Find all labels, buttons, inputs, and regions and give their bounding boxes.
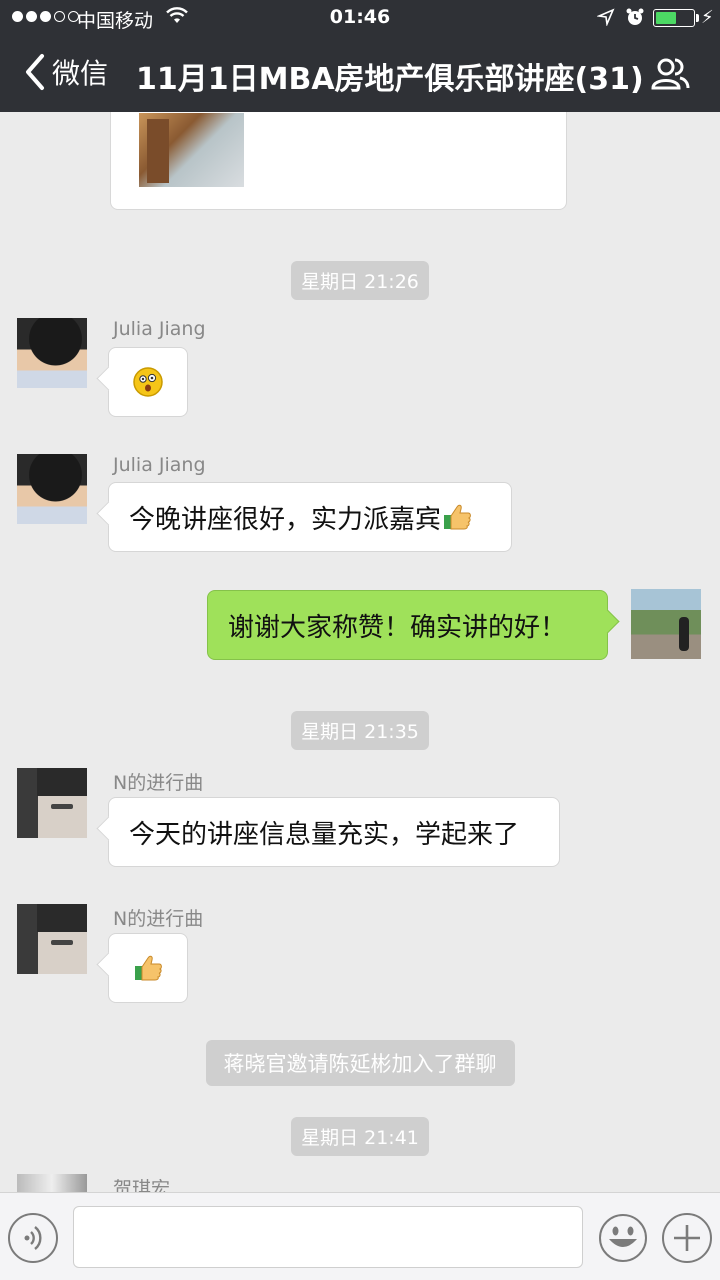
plus-button[interactable]	[662, 1213, 712, 1263]
chat-history[interactable]: 星期日 21:26 Julia Jiang Julia Jiang 今晚讲座很好…	[0, 112, 720, 1192]
avatar[interactable]	[17, 904, 87, 974]
message-bubble[interactable]	[108, 933, 188, 1003]
input-bar	[0, 1192, 720, 1280]
thumbs-up-emoji	[135, 955, 162, 981]
system-message: 蒋晓官邀请陈延彬加入了群聊	[0, 1040, 720, 1086]
chat-title: 11月1日MBA房地产俱乐部讲座(31)	[136, 62, 644, 97]
emoji-icon[interactable]	[598, 1213, 648, 1263]
shocked-face-emoji	[133, 367, 163, 397]
avatar[interactable]	[17, 1174, 87, 1192]
message-text: 今天的讲座信息量充实，学起来了	[129, 819, 520, 850]
message-bubble[interactable]: 今天的讲座信息量充实，学起来了	[108, 797, 560, 867]
sender-name: N的进行曲	[113, 908, 204, 930]
back-button[interactable]: 微信	[20, 52, 108, 92]
charging-bolt-icon: ⚡	[701, 7, 714, 28]
battery-icon	[653, 9, 695, 27]
message-input[interactable]	[73, 1206, 583, 1268]
timestamp: 星期日 21:26	[0, 261, 720, 300]
outgoing-message-bubble[interactable]: 谢谢大家称赞！确实讲的好！	[207, 590, 608, 660]
timestamp: 星期日 21:41	[0, 1117, 720, 1156]
thumbs-up-emoji	[444, 504, 471, 530]
shared-link-card[interactable]	[110, 112, 567, 210]
message-bubble[interactable]: 今晚讲座很好，实力派嘉宾	[108, 482, 512, 552]
message-bubble[interactable]	[108, 347, 188, 417]
alarm-clock-icon	[626, 8, 644, 25]
status-bar: 中国移动 01:46 ⚡	[0, 0, 720, 36]
group-members-icon[interactable]	[650, 54, 690, 94]
plus-icon	[674, 1225, 700, 1251]
message-text: 今晚讲座很好，实力派嘉宾	[129, 504, 442, 535]
sender-name: Julia Jiang	[113, 318, 206, 340]
my-avatar[interactable]	[631, 589, 701, 659]
back-label: 微信	[52, 57, 109, 90]
avatar[interactable]	[17, 454, 87, 524]
chevron-left-icon	[26, 54, 44, 90]
message-text: 谢谢大家称赞！确实讲的好！	[228, 612, 567, 643]
avatar[interactable]	[17, 768, 87, 838]
sender-name: Julia Jiang	[113, 454, 206, 476]
top-bar: 中国移动 01:46 ⚡ 微信 11月1日MBA房地产俱乐部讲座(31)	[0, 0, 720, 112]
location-arrow-icon	[597, 8, 615, 26]
voice-icon	[24, 1226, 42, 1250]
timestamp: 星期日 21:35	[0, 711, 720, 750]
sender-name: N的进行曲	[113, 772, 204, 794]
nav-bar: 微信 11月1日MBA房地产俱乐部讲座(31)	[0, 36, 720, 112]
sender-name: 贺琪宏	[113, 1178, 171, 1192]
avatar[interactable]	[17, 318, 87, 388]
voice-button[interactable]	[8, 1213, 58, 1263]
link-thumbnail	[139, 113, 244, 187]
